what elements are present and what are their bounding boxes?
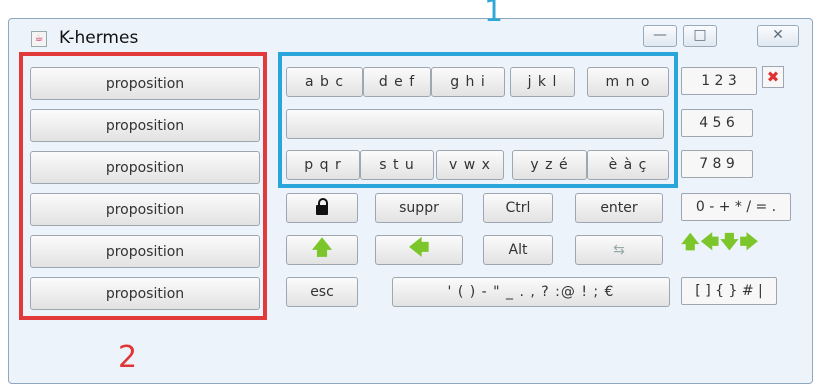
close-button[interactable]: ✕ [757, 25, 799, 47]
enter-key[interactable]: enter [575, 193, 663, 223]
maximize-button[interactable]: □ [683, 25, 717, 47]
left-arrow-icon: 🡄 [408, 235, 430, 259]
alt-key[interactable]: Alt [483, 235, 553, 265]
marker-two: 2 [118, 340, 138, 375]
ctrl-key[interactable]: Ctrl [483, 193, 553, 223]
minimize-button[interactable]: — [643, 25, 677, 47]
numpad-123[interactable]: 1 2 3 [681, 67, 757, 95]
java-app-icon: ☕ [31, 31, 47, 47]
propositions-highlight-box [19, 52, 267, 320]
numpad-456[interactable]: 4 5 6 [681, 109, 753, 137]
tab-key[interactable]: ⇆ [575, 235, 663, 265]
numpad-789[interactable]: 7 8 9 [681, 150, 753, 178]
suppr-key[interactable]: suppr [375, 193, 463, 223]
punctuation-key[interactable]: ' ( ) - " _ . , ? :@ ! ; € [392, 277, 670, 307]
marker-one: 1 [484, 0, 504, 29]
arrow-keys[interactable]: 🡅🡄🡇🡆 [681, 230, 759, 260]
numpad-operators[interactable]: 0 - + * / = . [681, 193, 791, 221]
tab-icon: ⇆ [613, 242, 625, 258]
lock-icon [316, 198, 328, 215]
backspace-key[interactable]: 🡄 [375, 235, 463, 265]
up-arrow-icon: 🡅 [311, 235, 333, 259]
caps-lock-key[interactable] [286, 193, 358, 223]
title-bar: ☕ K-hermes — □ ✕ [9, 19, 812, 55]
tools-icon[interactable]: ✖ [762, 66, 784, 88]
window-title: K-hermes [59, 28, 139, 48]
esc-key[interactable]: esc [286, 277, 358, 307]
shift-key[interactable]: 🡅 [286, 235, 358, 265]
numpad-brackets[interactable]: [ ] { } # | [681, 277, 777, 305]
letters-highlight-box [278, 52, 678, 188]
